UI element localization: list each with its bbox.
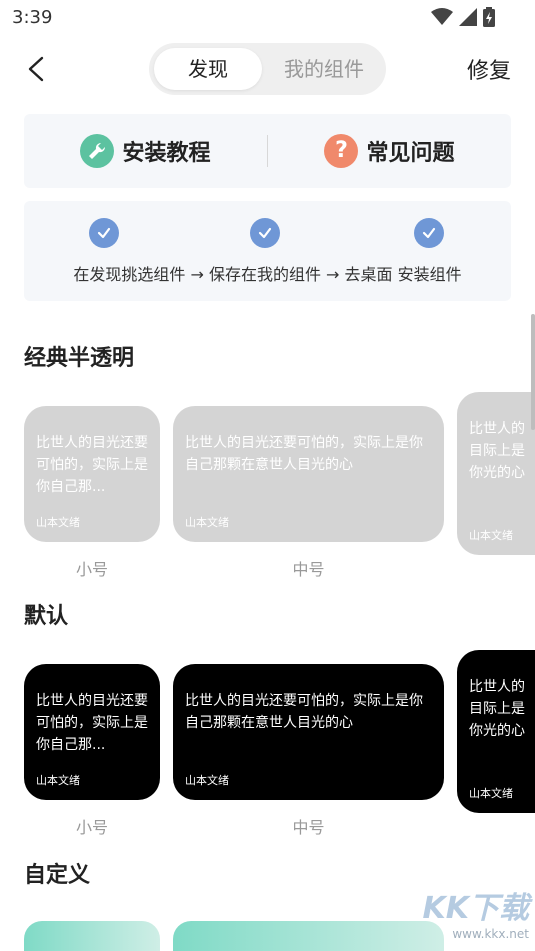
widget-small-default[interactable]: 比世人的目光还要可怕的，实际上是你自己那... 山本文绪 xyxy=(24,664,160,800)
segment-control: 发现 我的组件 xyxy=(149,43,386,95)
watermark: KK下载 www.kkx.net xyxy=(423,883,530,941)
widget-small-translucent[interactable]: 比世人的目光还要可怕的，实际上是你自己那... 山本文绪 xyxy=(24,406,160,542)
widget-medium-custom[interactable] xyxy=(173,921,444,951)
size-label-small: 小号 xyxy=(75,560,108,579)
widget-text: 比世人的目际上是你光的心 xyxy=(469,679,525,739)
widget-medium-translucent[interactable]: 比世人的目光还要可怕的，实际上是你自己那颗在意世人目光的心 山本文绪 xyxy=(173,406,444,542)
tab-discover[interactable]: 发现 xyxy=(154,48,262,90)
check-icon xyxy=(250,218,280,248)
widget-large-default[interactable]: 比世人的目际上是你光的心 山本文绪 xyxy=(457,650,535,813)
signal-icon xyxy=(459,8,477,26)
watermark-logo: KK下载 xyxy=(422,891,530,926)
status-time: 3:39 xyxy=(12,7,53,28)
back-arrow-icon[interactable] xyxy=(22,54,52,84)
faq-label: 常见问题 xyxy=(366,141,455,166)
widget-large-translucent[interactable]: 比世人的目际上是你光的心 山本文绪 xyxy=(457,392,535,555)
widget-author: 山本文绪 xyxy=(469,787,513,800)
tab-my-widgets[interactable]: 我的组件 xyxy=(265,48,383,90)
tutorial-label: 安装教程 xyxy=(122,141,211,166)
check-icon xyxy=(414,218,444,248)
top-nav: 发现 我的组件 修复 xyxy=(0,40,535,98)
widget-text: 比世人的目光还要可怕的，实际上是你自己那... xyxy=(36,693,148,753)
widget-text: 比世人的目际上是你光的心 xyxy=(469,421,525,481)
section-title-default: 默认 xyxy=(24,604,69,629)
battery-icon xyxy=(483,7,495,27)
watermark-url: www.kkx.net xyxy=(452,927,529,941)
repair-button[interactable]: 修复 xyxy=(467,53,511,85)
section-title-translucent: 经典半透明 xyxy=(24,346,135,371)
help-card: 安装教程 ? 常见问题 xyxy=(24,114,511,188)
section-title-custom: 自定义 xyxy=(24,863,91,888)
widget-author: 山本文绪 xyxy=(185,774,229,787)
status-bar: 3:39 xyxy=(0,0,535,36)
widget-small-custom[interactable] xyxy=(24,921,160,951)
widget-author: 山本文绪 xyxy=(36,516,80,529)
widget-author: 山本文绪 xyxy=(469,529,513,542)
question-icon: ? xyxy=(324,134,359,168)
size-label-medium: 中号 xyxy=(292,818,325,837)
steps-text: 在发现挑选组件 → 保存在我的组件 → 去桌面 安装组件 xyxy=(73,265,462,284)
check-icon xyxy=(89,218,119,248)
status-icons xyxy=(431,7,495,27)
widget-text: 比世人的目光还要可怕的，实际上是你自己那... xyxy=(36,435,148,495)
widget-text: 比世人的目光还要可怕的，实际上是你自己那颗在意世人目光的心 xyxy=(185,435,423,473)
size-label-small: 小号 xyxy=(75,818,108,837)
tutorial-button[interactable]: 安装教程 xyxy=(24,114,267,188)
wrench-icon xyxy=(80,134,115,168)
size-label-medium: 中号 xyxy=(292,560,325,579)
scrollbar-thumb[interactable] xyxy=(531,314,535,430)
widget-medium-default[interactable]: 比世人的目光还要可怕的，实际上是你自己那颗在意世人目光的心 山本文绪 xyxy=(173,664,444,800)
widget-author: 山本文绪 xyxy=(185,516,229,529)
wifi-icon xyxy=(431,8,453,25)
widget-text: 比世人的目光还要可怕的，实际上是你自己那颗在意世人目光的心 xyxy=(185,693,423,731)
steps-card: 在发现挑选组件 → 保存在我的组件 → 去桌面 安装组件 xyxy=(24,201,511,301)
widget-author: 山本文绪 xyxy=(36,774,80,787)
faq-button[interactable]: ? 常见问题 xyxy=(268,114,511,188)
